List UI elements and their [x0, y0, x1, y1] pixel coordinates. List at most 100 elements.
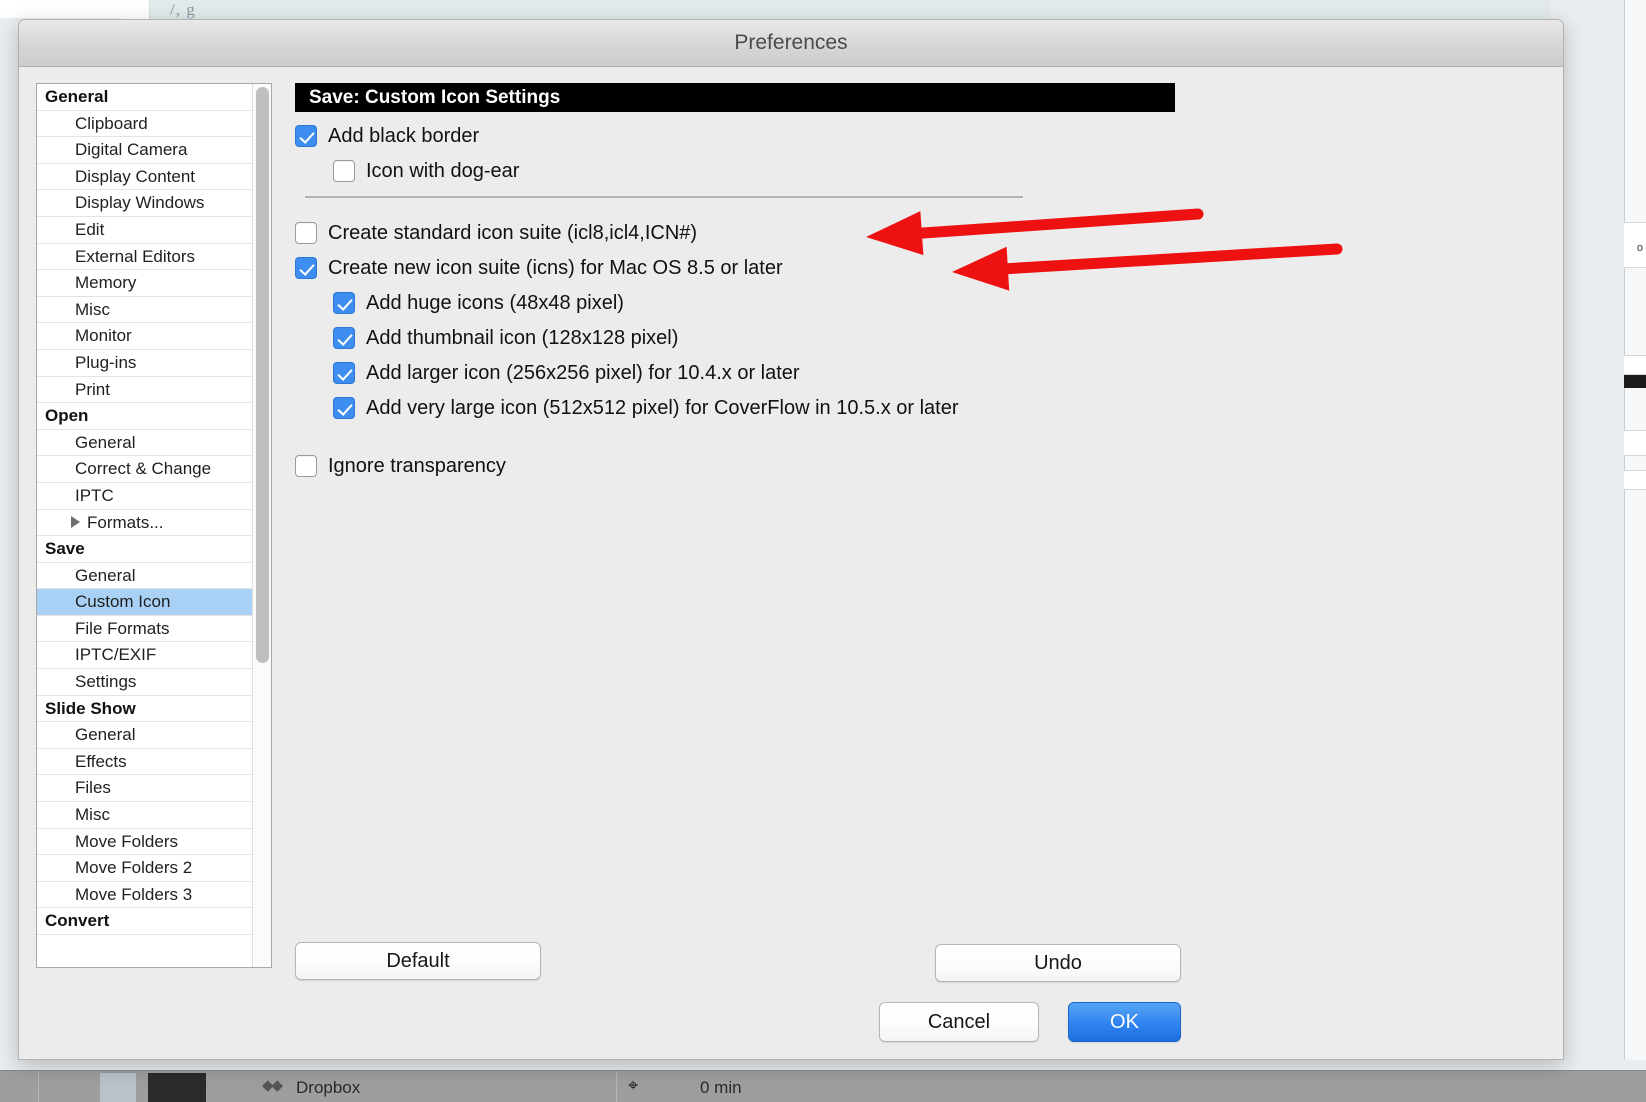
undo-button[interactable]: Undo — [935, 944, 1181, 982]
background-right-window — [1624, 0, 1646, 1060]
option-row-icon-with-dog-ear[interactable]: Icon with dog-ear — [333, 160, 1549, 182]
sidebar-item-edit[interactable]: Edit — [37, 217, 253, 244]
option-row-add-very-large-icon-512x512-pixel-for-coverflo[interactable]: Add very large icon (512x512 pixel) for … — [333, 397, 1549, 419]
checkbox-unchecked-icon[interactable] — [295, 455, 317, 477]
sidebar-item-print[interactable]: Print — [37, 377, 253, 404]
sidebar-item-misc[interactable]: Misc — [37, 297, 253, 324]
sidebar-item-correct-change[interactable]: Correct & Change — [37, 456, 253, 483]
sidebar-item-label: IPTC/EXIF — [75, 645, 157, 665]
sidebar-item-open[interactable]: Open — [37, 403, 253, 430]
background-right-dark-bar — [1624, 375, 1646, 388]
sidebar-item-save[interactable]: Save — [37, 536, 253, 563]
sidebar-item-label: IPTC — [75, 485, 114, 505]
sidebar-item-external-editors[interactable]: External Editors — [37, 244, 253, 271]
sidebar-item-files[interactable]: Files — [37, 775, 253, 803]
option-row-add-huge-icons-48x48-pixel[interactable]: Add huge icons (48x48 pixel) — [333, 292, 1549, 314]
checkbox-unchecked-icon[interactable] — [295, 222, 317, 244]
sidebar-item-label: Move Folders 2 — [75, 858, 193, 878]
checkbox-checked-icon[interactable] — [333, 397, 355, 419]
option-row-create-new-icon-suite-icns-for-mac-os-8-5-or-l[interactable]: Create new icon suite (icns) for Mac OS … — [295, 257, 1549, 279]
sidebar-item-convert[interactable]: Convert — [37, 908, 253, 935]
sidebar-item-formats[interactable]: Formats... — [37, 510, 253, 537]
sidebar-item-plug-ins[interactable]: Plug-ins — [37, 350, 253, 377]
options-group-bottom: Create standard icon suite (icl8,icl4,IC… — [295, 222, 1549, 477]
dialog-title: Preferences — [734, 31, 848, 54]
sidebar-item-label: Monitor — [75, 326, 132, 346]
option-label: Add thumbnail icon (128x128 pixel) — [366, 327, 679, 349]
dock-thumbnail-grey[interactable] — [100, 1073, 136, 1102]
sidebar-item-custom-icon[interactable]: Custom Icon — [37, 589, 253, 616]
option-row-ignore-transparency[interactable]: Ignore transparency — [295, 455, 1549, 477]
sidebar-item-move-folders-3[interactable]: Move Folders 3 — [37, 882, 253, 909]
sidebar-item-label: General — [75, 565, 136, 585]
sidebar-item-label: Move Folders 3 — [75, 884, 193, 904]
option-row-add-larger-icon-256x256-pixel-for-10-4-x-or-la[interactable]: Add larger icon (256x256 pixel) for 10.4… — [333, 362, 1549, 384]
sidebar-item-effects[interactable]: Effects — [37, 749, 253, 776]
sidebar-item-digital-camera[interactable]: Digital Camera — [37, 137, 253, 164]
diamonds-icon: ◆◆ — [262, 1077, 283, 1094]
option-label: Create new icon suite (icns) for Mac OS … — [328, 257, 783, 279]
sidebar-item-general[interactable]: General — [37, 722, 253, 749]
sidebar-scrollbar[interactable] — [252, 84, 271, 967]
sidebar-item-label: Slide Show — [45, 698, 136, 718]
option-label: Create standard icon suite (icl8,icl4,IC… — [328, 222, 698, 244]
section-header-label: Save: Custom Icon Settings — [309, 86, 561, 108]
sidebar-item-iptc-exif[interactable]: IPTC/EXIF — [37, 642, 253, 670]
sidebar-scrollbar-thumb[interactable] — [256, 87, 270, 663]
sidebar-item-label: Clipboard — [75, 113, 148, 133]
sidebar-item-label: Effects — [75, 751, 127, 771]
option-row-create-standard-icon-suite-icl8-icl4-icn[interactable]: Create standard icon suite (icl8,icl4,IC… — [295, 222, 1549, 244]
sidebar-item-label: Display Windows — [75, 193, 205, 213]
background-right-dot: o — [1636, 242, 1643, 254]
sidebar-item-label: Display Content — [75, 166, 196, 186]
sidebar-item-monitor[interactable]: Monitor — [37, 323, 253, 350]
sidebar-item-iptc[interactable]: IPTC — [37, 483, 253, 510]
checkbox-checked-icon[interactable] — [333, 327, 355, 349]
sidebar-item-move-folders[interactable]: Move Folders — [37, 829, 253, 856]
sidebar-item-display-windows[interactable]: Display Windows — [37, 190, 253, 217]
sidebar-item-label: Edit — [75, 219, 105, 239]
dock-thumbnail-dark[interactable] — [148, 1073, 206, 1102]
dock-item-label: Dropbox — [296, 1078, 361, 1097]
sidebar-item-general[interactable]: General — [37, 84, 253, 111]
checkbox-checked-icon[interactable] — [333, 292, 355, 314]
sidebar-item-memory[interactable]: Memory — [37, 270, 253, 297]
default-button[interactable]: Default — [295, 942, 541, 980]
option-label: Add very large icon (512x512 pixel) for … — [366, 397, 959, 419]
checkbox-checked-icon[interactable] — [295, 257, 317, 279]
option-row-add-black-border[interactable]: Add black border — [295, 125, 1549, 147]
sidebar-item-clipboard[interactable]: Clipboard — [37, 111, 253, 138]
sidebar-item-move-folders-2[interactable]: Move Folders 2 — [37, 855, 253, 882]
sidebar-item-label: Open — [45, 406, 89, 426]
background-right-strip-2 — [1624, 355, 1646, 375]
sidebar-item-slide-show[interactable]: Slide Show — [37, 696, 253, 723]
sidebar-item-settings[interactable]: Settings — [37, 669, 253, 696]
sidebar-item-label: General — [75, 432, 136, 452]
sidebar-nav-list[interactable]: General Clipboard Digital Camera Display Co… — [37, 84, 253, 967]
cancel-button[interactable]: Cancel — [879, 1002, 1039, 1042]
sidebar-item-general[interactable]: General — [37, 430, 253, 457]
sidebar-item-label: Misc — [75, 299, 110, 319]
checkbox-unchecked-icon[interactable] — [333, 160, 355, 182]
ok-button[interactable]: OK — [1068, 1002, 1181, 1042]
option-row-add-thumbnail-icon-128x128-pixel[interactable]: Add thumbnail icon (128x128 pixel) — [333, 327, 1549, 349]
sidebar-item-label: File Formats — [75, 618, 170, 638]
default-button-label: Default — [386, 949, 450, 972]
ok-button-label: OK — [1110, 1010, 1139, 1033]
sidebar-item-misc[interactable]: Misc — [37, 802, 253, 829]
checkbox-checked-icon[interactable] — [295, 125, 317, 147]
sidebar-item-label: Convert — [45, 911, 110, 931]
dialog-titlebar[interactable]: Preferences — [19, 20, 1563, 67]
checkbox-checked-icon[interactable] — [333, 362, 355, 384]
dock-item-label-2: 0 min — [700, 1078, 742, 1097]
sidebar-item-display-content[interactable]: Display Content — [37, 164, 253, 191]
sidebar-item-label: Correct & Change — [75, 459, 212, 479]
sidebar-item-label: Formats... — [87, 512, 164, 532]
sidebar-item-file-formats[interactable]: File Formats — [37, 616, 253, 643]
sidebar-item-general[interactable]: General — [37, 563, 253, 590]
sidebar-item-label: Memory — [75, 273, 137, 293]
preferences-dialog: Preferences General Clipboard Digital Came… — [18, 19, 1564, 1060]
undo-button-label: Undo — [1034, 951, 1082, 974]
bottom-dock[interactable]: ◆◆ Dropbox ⌖ 0 min — [0, 1070, 1646, 1102]
sidebar-item-label: General — [75, 725, 136, 745]
